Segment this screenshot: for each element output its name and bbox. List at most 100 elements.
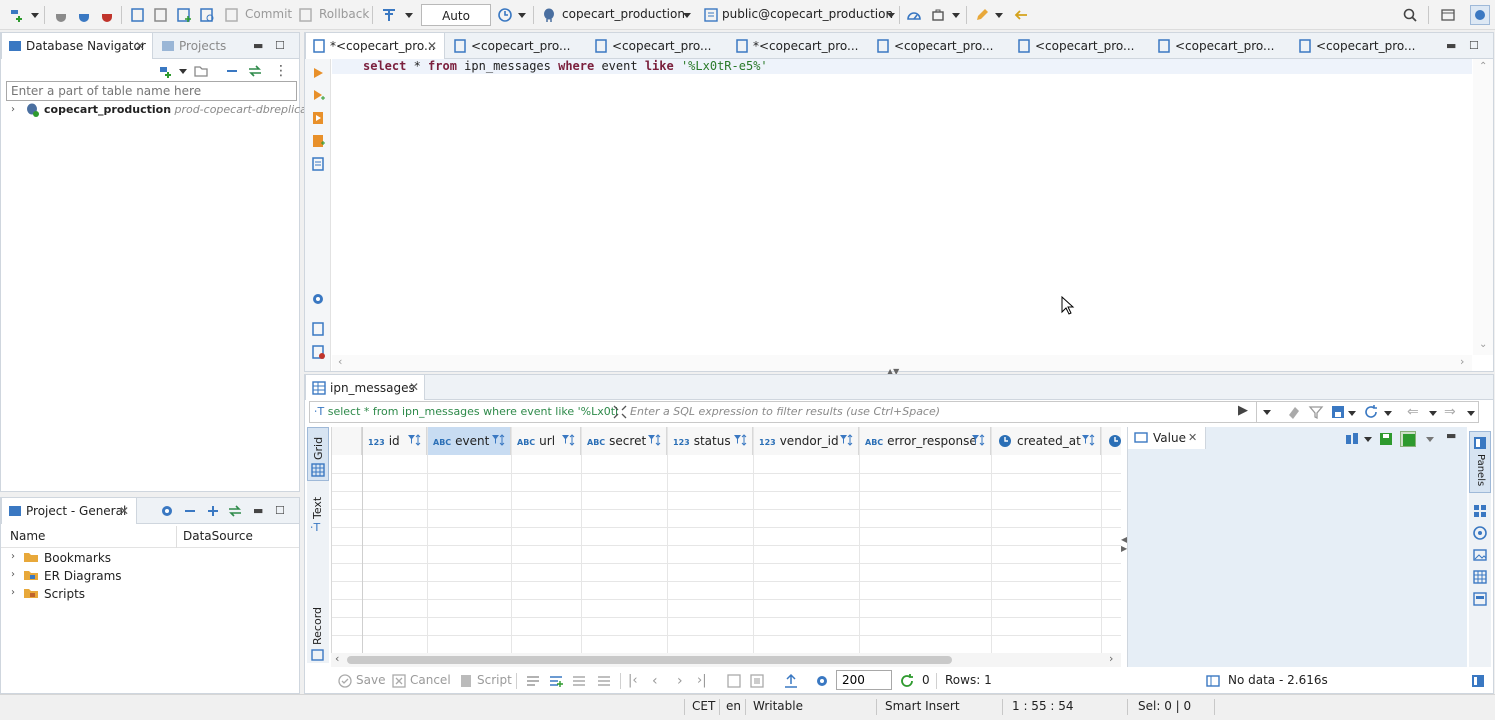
- column-filter-sort-icon[interactable]: [838, 432, 854, 448]
- back-dropdown[interactable]: [1429, 411, 1437, 416]
- tab-projects[interactable]: Projects: [155, 33, 232, 59]
- back-arrow-icon[interactable]: ⇐: [1407, 404, 1423, 420]
- column-name-header[interactable]: Name: [10, 529, 45, 543]
- save-filter-icon[interactable]: [1330, 404, 1346, 420]
- active-schema-selector[interactable]: public@copecart_production: [722, 7, 893, 21]
- chevron-right-icon[interactable]: ›: [11, 551, 15, 562]
- column-filter-sort-icon[interactable]: [970, 432, 986, 448]
- value-view-icon[interactable]: [1344, 431, 1360, 447]
- execute-script-icon[interactable]: [310, 110, 326, 126]
- rollback-button[interactable]: Rollback: [319, 7, 369, 21]
- reconnect-icon[interactable]: [76, 7, 92, 23]
- filter-save-dropdown[interactable]: [1348, 411, 1356, 416]
- forward-dropdown[interactable]: [1467, 411, 1475, 416]
- new-folder-icon[interactable]: [193, 63, 209, 79]
- value-menu-dropdown[interactable]: [1426, 437, 1434, 442]
- close-value-panel-icon[interactable]: ✕: [1188, 431, 1197, 444]
- column-header-vendor-id[interactable]: 123 vendor_id: [753, 427, 859, 455]
- execute-new-tab-icon[interactable]: [310, 87, 326, 103]
- forward-arrow-icon[interactable]: ⇒: [1444, 404, 1460, 420]
- project-collapse-icon[interactable]: [182, 503, 198, 519]
- execution-log-icon[interactable]: [1205, 673, 1221, 689]
- maximize-navigator-icon[interactable]: ☐: [275, 39, 285, 52]
- column-header-secret[interactable]: ABC secret: [581, 427, 667, 455]
- open-perspective-icon[interactable]: [1440, 7, 1456, 23]
- delete-row-icon[interactable]: [596, 673, 612, 689]
- scroll-down-icon[interactable]: ⌄: [1479, 339, 1487, 350]
- auto-apply-icon[interactable]: [1400, 431, 1416, 447]
- chevron-right-icon[interactable]: ›: [11, 104, 15, 115]
- active-datasource-selector[interactable]: copecart_production: [562, 7, 685, 21]
- tab-database-navigator[interactable]: Database Navigator: [1, 33, 153, 59]
- refresh-results-icon[interactable]: [1363, 404, 1379, 420]
- last-page-icon[interactable]: ›|: [697, 673, 707, 688]
- editor-vertical-scrollbar[interactable]: ⌃ ⌄: [1473, 59, 1493, 355]
- tab-project-general[interactable]: Project - General: [1, 498, 137, 524]
- project-item-bookmarks[interactable]: › Bookmarks: [9, 549, 189, 567]
- project-link-icon[interactable]: [227, 503, 243, 519]
- copy-row-icon[interactable]: [571, 673, 587, 689]
- editor-tab[interactable]: <copecart_pro...: [447, 33, 576, 59]
- close-project-icon[interactable]: ✕: [119, 504, 129, 518]
- column-header-created-at[interactable]: created_at: [991, 427, 1101, 455]
- tab-value[interactable]: Value ✕: [1128, 427, 1206, 449]
- scroll-right-icon[interactable]: ›: [1109, 652, 1113, 665]
- chevron-right-icon[interactable]: ›: [11, 587, 15, 598]
- collapse-all-icon[interactable]: [224, 63, 240, 79]
- datasource-dropdown[interactable]: [683, 13, 691, 18]
- filter-expand-icon[interactable]: [612, 404, 628, 420]
- panels-toggle[interactable]: Panels: [1469, 431, 1491, 493]
- tab-ipn-messages[interactable]: ipn_messages: [305, 375, 425, 400]
- chevron-right-icon[interactable]: ›: [11, 569, 15, 580]
- first-page-icon[interactable]: |‹: [628, 673, 638, 688]
- refresh-icon[interactable]: [899, 673, 915, 689]
- sql-editor-icon[interactable]: [130, 7, 146, 23]
- project-item-scripts[interactable]: › Scripts: [9, 585, 189, 603]
- column-header-event[interactable]: ABC event: [427, 427, 511, 455]
- add-row-icon[interactable]: [548, 673, 564, 689]
- editor-tab[interactable]: *<copecart_pro...: [305, 33, 445, 59]
- results-grid[interactable]: 123 id ABC event ABC url ABC secret 123 statu…: [331, 427, 1121, 653]
- next-page-icon[interactable]: ›: [677, 673, 683, 689]
- tools-dropdown[interactable]: [952, 13, 960, 18]
- history-icon[interactable]: [497, 7, 513, 23]
- explain-plan-icon[interactable]: [310, 156, 326, 172]
- expand-results-icon[interactable]: [726, 673, 742, 689]
- previous-page-icon[interactable]: ‹: [652, 673, 658, 689]
- link-with-editor-icon[interactable]: [247, 63, 263, 79]
- table-filter-input[interactable]: [6, 81, 297, 101]
- refresh-dropdown[interactable]: [1384, 411, 1392, 416]
- grid-horizontal-scrollbar[interactable]: ‹ ›: [331, 652, 1121, 667]
- schema-dropdown[interactable]: [887, 13, 895, 18]
- scroll-left-icon[interactable]: ‹: [335, 652, 339, 665]
- column-filter-sort-icon[interactable]: [1080, 432, 1096, 448]
- maximize-editor-icon[interactable]: ☐: [1469, 39, 1479, 52]
- editor-settings-icon[interactable]: [310, 291, 326, 307]
- editor-tab[interactable]: <copecart_pro...: [870, 33, 999, 59]
- close-editor-tab-icon[interactable]: ✕: [427, 39, 437, 53]
- references-panel-icon[interactable]: [1472, 525, 1488, 541]
- new-connection-dropdown[interactable]: [31, 13, 39, 18]
- launch-icon[interactable]: [974, 7, 990, 23]
- edit-row-icon[interactable]: [525, 673, 541, 689]
- column-header-error-response[interactable]: ABC error_response: [859, 427, 991, 455]
- grid-scroll-thumb[interactable]: [347, 656, 952, 664]
- navigator-menu-icon[interactable]: ⋮: [274, 63, 290, 79]
- editor-tab[interactable]: <copecart_pro...: [1011, 33, 1140, 59]
- transaction-mode-field[interactable]: Auto: [421, 4, 491, 26]
- record-view-tab[interactable]: Record: [307, 603, 329, 663]
- cancel-button[interactable]: Cancel: [410, 673, 451, 687]
- column-filter-sort-icon[interactable]: [732, 432, 748, 448]
- close-results-tab-icon[interactable]: ✕: [409, 380, 419, 394]
- script-button[interactable]: Script: [477, 673, 512, 687]
- dashboard-icon[interactable]: [906, 7, 922, 23]
- close-navigator-icon[interactable]: ✕: [135, 39, 145, 53]
- query-preview[interactable]: ⋅T select * from ipn_messages where even…: [314, 405, 618, 418]
- image-panel-icon[interactable]: [1472, 547, 1488, 563]
- minimize-navigator-icon[interactable]: ▬: [253, 39, 263, 52]
- results-settings-icon[interactable]: [814, 673, 830, 689]
- export-script-icon[interactable]: [310, 321, 326, 337]
- editor-horizontal-scrollbar[interactable]: ‹ ›: [332, 355, 1472, 371]
- column-filter-sort-icon[interactable]: [406, 432, 422, 448]
- toggle-panels-icon[interactable]: [1470, 673, 1486, 689]
